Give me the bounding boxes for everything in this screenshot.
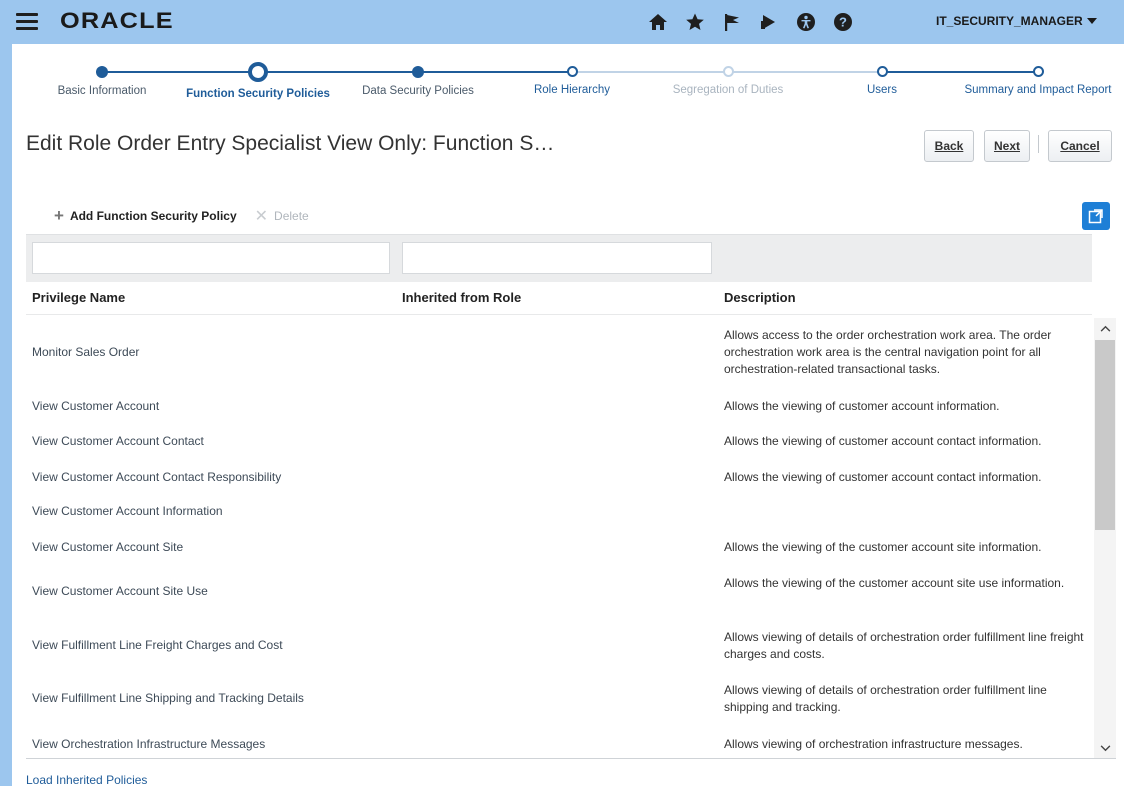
privilege-description: Allows access to the order orchestration… (724, 328, 1052, 376)
svg-text:?: ? (839, 15, 847, 30)
plus-icon: + (54, 206, 64, 225)
privilege-description: Allows the viewing of customer account c… (724, 434, 1042, 448)
privilege-name[interactable]: View Orchestration Infrastructure Messag… (32, 737, 265, 751)
train-stop-dot (248, 62, 268, 82)
privilege-name-filter-input[interactable] (32, 242, 390, 274)
process-train: Basic Information Function Security Polic… (12, 44, 1124, 124)
table-row[interactable]: View Orchestration Infrastructure Messag… (26, 734, 1092, 754)
train-stop-summary-and-impact-report[interactable]: Summary and Impact Report (958, 64, 1118, 98)
privilege-description: Allows viewing of details of orchestrati… (724, 683, 1047, 714)
train-stop-data-security-policies[interactable]: Data Security Policies (338, 64, 498, 99)
table-row[interactable]: View Customer Account Contact Responsibi… (26, 468, 1092, 488)
left-strip (0, 44, 12, 786)
cancel-button[interactable]: Cancel (1048, 130, 1112, 162)
inherited-role-filter-input[interactable] (402, 242, 712, 274)
privilege-description: Allows viewing of orchestration infrastr… (724, 737, 1023, 751)
oracle-logo: ORACLE (60, 8, 174, 33)
column-header-privilege-name[interactable]: Privilege Name (32, 290, 125, 305)
scroll-up-icon[interactable] (1094, 318, 1116, 338)
watchlist-icon[interactable] (757, 10, 781, 34)
train-stop-dot (412, 66, 424, 78)
train-stop-label: Basic Information (57, 85, 147, 97)
table-bottom-border (26, 758, 1116, 759)
query-by-example-row (26, 234, 1092, 282)
user-name: IT_SECURITY_MANAGER (936, 14, 1083, 28)
privilege-name[interactable]: View Customer Account Site (32, 540, 183, 554)
privilege-name[interactable]: View Customer Account Contact (32, 434, 204, 448)
favorites-star-icon[interactable] (683, 10, 707, 34)
header-divider (26, 314, 1092, 315)
privilege-name[interactable]: View Fulfillment Line Shipping and Track… (32, 691, 304, 705)
table-row[interactable]: View Fulfillment Line Freight Charges an… (26, 626, 1092, 668)
help-icon[interactable]: ? (831, 10, 855, 34)
privilege-name[interactable]: View Fulfillment Line Freight Charges an… (32, 638, 283, 652)
notifications-flag-icon[interactable] (720, 10, 744, 34)
table-row[interactable]: View Customer Account Contact Allows the… (26, 432, 1092, 452)
train-stop-basic-information[interactable]: Basic Information (22, 64, 182, 99)
train-stop-dot (876, 66, 888, 77)
chevron-down-icon (1086, 18, 1097, 24)
train-stop-role-hierarchy[interactable]: Role Hierarchy (492, 64, 652, 98)
back-button[interactable]: Back (924, 130, 974, 162)
privilege-name[interactable]: View Customer Account Site Use (32, 584, 208, 598)
train-stop-dot (566, 66, 578, 77)
delete-x-icon: ✕ (254, 208, 269, 225)
train-stop-dot (1032, 66, 1044, 77)
table-scrollbar[interactable] (1094, 318, 1116, 758)
navigator-menu-icon[interactable] (16, 13, 38, 30)
privilege-description: Allows the viewing of customer account c… (724, 470, 1042, 484)
privilege-description: Allows the viewing of the customer accou… (724, 540, 1042, 554)
column-header-description[interactable]: Description (724, 290, 796, 305)
privilege-name[interactable]: View Customer Account Information (32, 504, 223, 518)
detach-icon[interactable] (1082, 202, 1110, 230)
train-stop-segregation-of-duties: Segregation of Duties (648, 64, 808, 98)
table-toolbar: + Add Function Security Policy ✕ Delete (54, 206, 309, 226)
home-icon[interactable] (646, 10, 670, 34)
table-row[interactable]: View Customer Account Information (26, 502, 1092, 522)
train-stop-label: Function Security Policies (186, 88, 330, 100)
privilege-name[interactable]: View Customer Account (32, 399, 159, 413)
page-title: Edit Role Order Entry Specialist View On… (26, 132, 555, 155)
privilege-name[interactable]: Monitor Sales Order (32, 345, 139, 359)
load-inherited-policies-link[interactable]: Load Inherited Policies (26, 773, 147, 786)
privilege-description: Allows viewing of details of orchestrati… (724, 630, 1084, 661)
table-row[interactable]: View Fulfillment Line Shipping and Track… (26, 680, 1092, 722)
user-menu[interactable]: IT_SECURITY_MANAGER (936, 14, 1097, 28)
train-stop-label: Data Security Policies (362, 85, 474, 97)
scrollbar-thumb[interactable] (1095, 340, 1115, 530)
privilege-description: Allows the viewing of the customer accou… (724, 576, 1065, 590)
train-stop-dot (722, 66, 734, 77)
train-stop-label: Summary and Impact Report (964, 84, 1112, 96)
scroll-down-icon[interactable] (1094, 738, 1116, 758)
global-header: ORACLE ? IT_SECURITY_MANAGER (0, 0, 1124, 44)
header-icon-bar: ? (646, 10, 868, 34)
add-policy-label: Add Function Security Policy (69, 209, 237, 223)
train-stop-users[interactable]: Users (802, 64, 962, 98)
column-header-inherited-from-role[interactable]: Inherited from Role (402, 290, 521, 305)
button-separator (1038, 135, 1039, 153)
table-row[interactable]: View Customer Account Allows the viewing… (26, 396, 1092, 416)
train-stop-function-security-policies[interactable]: Function Security Policies (178, 62, 338, 102)
table-row[interactable]: View Customer Account Site Allows the vi… (26, 538, 1092, 558)
train-stop-label: Segregation of Duties (672, 84, 784, 96)
train-stop-label: Role Hierarchy (533, 84, 611, 96)
accessibility-icon[interactable] (794, 10, 818, 34)
train-stop-label: Users (866, 84, 898, 96)
train-stop-dot (96, 66, 108, 78)
add-policy-button[interactable]: + Add Function Security Policy (54, 206, 237, 225)
privilege-description: Allows the viewing of customer account i… (724, 399, 1000, 413)
table-row[interactable]: Monitor Sales Order Allows access to the… (26, 324, 1092, 386)
delete-label: Delete (274, 209, 309, 223)
table-row[interactable]: View Customer Account Site Use Allows th… (26, 572, 1092, 614)
privilege-name[interactable]: View Customer Account Contact Responsibi… (32, 470, 281, 484)
next-button[interactable]: Next (984, 130, 1030, 162)
delete-button[interactable]: ✕ Delete (255, 206, 309, 226)
